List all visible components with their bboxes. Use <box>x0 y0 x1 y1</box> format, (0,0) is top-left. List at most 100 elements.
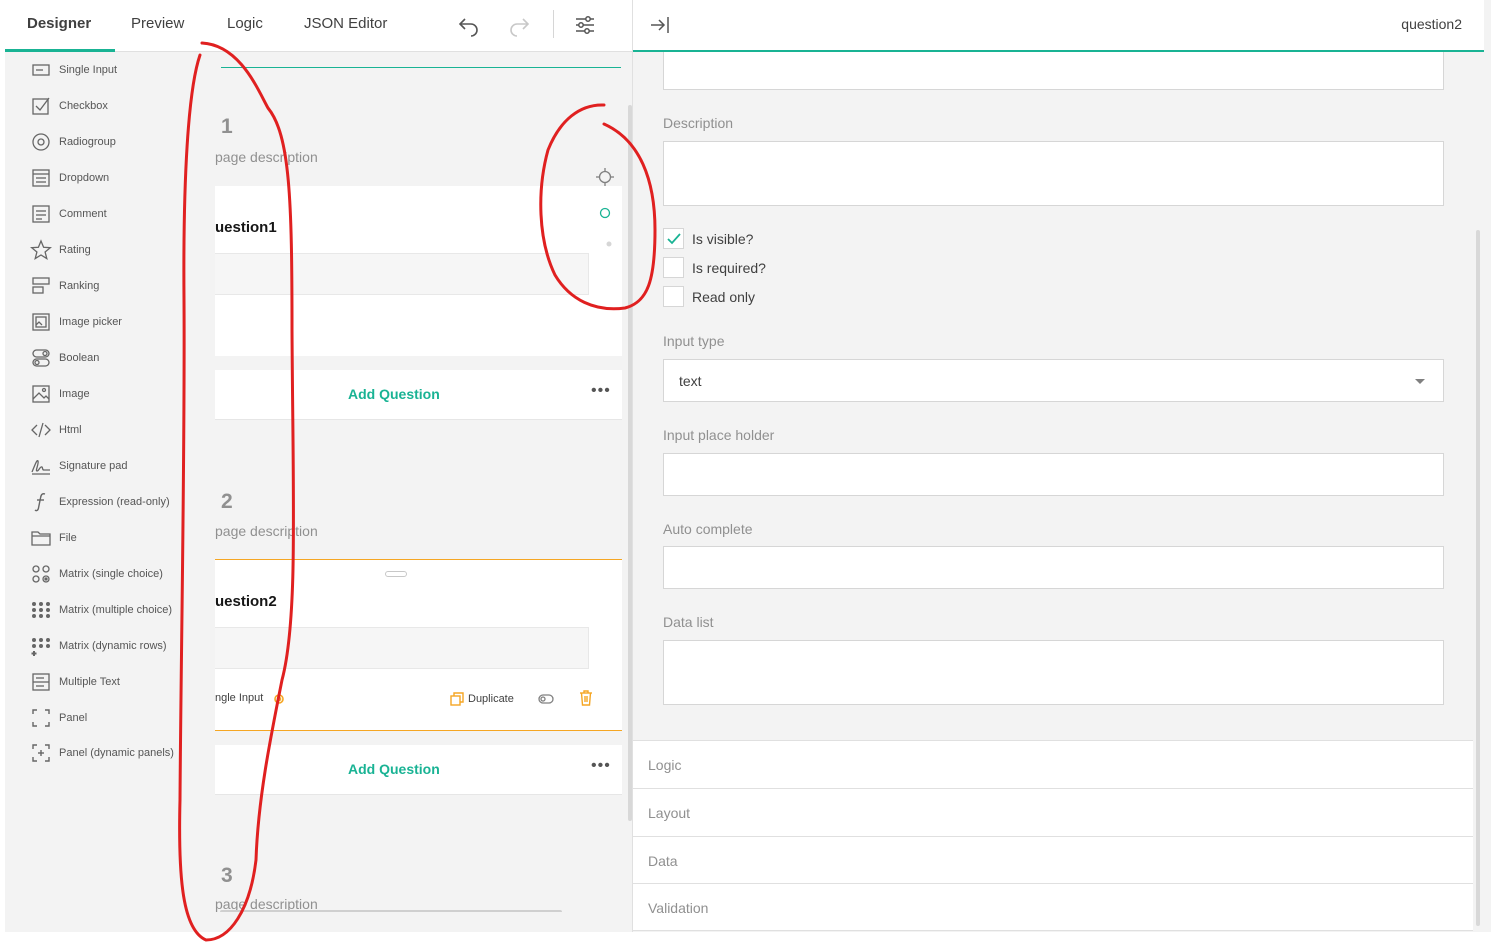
expression-icon <box>34 493 46 512</box>
toolbox-item-multiple-text[interactable]: Multiple Text <box>30 670 120 694</box>
more-options-button[interactable]: ••• <box>591 757 611 775</box>
gear-icon[interactable] <box>272 692 286 706</box>
toolbox-item-expression[interactable]: Expression (read-only) <box>30 490 170 514</box>
toggle-required-icon[interactable] <box>537 692 555 706</box>
comment-icon <box>32 205 50 223</box>
page-description[interactable]: page description <box>215 149 318 165</box>
tab-json-editor[interactable]: JSON Editor <box>304 15 387 32</box>
toolbox-item-comment[interactable]: Comment <box>30 202 107 226</box>
input-type-label: Input type <box>663 333 725 349</box>
section-logic[interactable]: Logic <box>633 740 1473 788</box>
undo-icon[interactable] <box>457 13 481 37</box>
tab-logic[interactable]: Logic <box>227 15 263 32</box>
question-title[interactable]: uestion1 <box>215 219 277 236</box>
toolbox-item-checkbox[interactable]: Checkbox <box>30 94 108 118</box>
input-type-select[interactable]: text <box>663 359 1444 402</box>
question-card-question2-selected[interactable]: uestion2 ngle Input Duplicate <box>215 559 622 731</box>
dropdown-icon <box>32 169 50 187</box>
section-label: Layout <box>648 805 691 821</box>
toolbox-label: Image <box>59 388 90 400</box>
toolbox-item-single-input[interactable]: Single Input <box>30 58 117 82</box>
toolbox-label: Dropdown <box>59 172 110 184</box>
autocomplete-label: Auto complete <box>663 521 753 537</box>
toolbox-item-panel-dynamic[interactable]: Panel (dynamic panels) <box>30 741 174 765</box>
page-title[interactable]: 2 <box>221 490 233 514</box>
tab-designer[interactable]: Designer <box>27 15 91 32</box>
checkbox-label: Is visible? <box>692 230 754 247</box>
drag-handle[interactable] <box>385 571 407 577</box>
autocomplete-input[interactable] <box>663 546 1444 589</box>
checkbox-box[interactable] <box>663 228 684 249</box>
code-icon <box>31 422 51 438</box>
toolbox-item-image-picker[interactable]: Image picker <box>30 310 122 334</box>
page-description[interactable]: page description <box>215 523 318 539</box>
toolbox-item-file[interactable]: File <box>30 526 77 550</box>
ranking-icon <box>32 277 50 294</box>
checkbox-box[interactable] <box>663 286 684 307</box>
toolbox-item-signature-pad[interactable]: Signature pad <box>30 454 128 478</box>
page-title[interactable]: 1 <box>221 115 233 139</box>
top-toolbar: Designer Preview Logic JSON Editor <box>5 0 632 52</box>
toolbox-item-dropdown[interactable]: Dropdown <box>30 166 109 190</box>
toolbox-item-panel[interactable]: Panel <box>30 706 87 730</box>
placeholder-label: Input place holder <box>663 427 775 443</box>
toolbox-item-matrix-multiple[interactable]: Matrix (multiple choice) <box>30 598 172 622</box>
toolbox-item-rating[interactable]: Rating <box>30 238 91 262</box>
small-dot-icon <box>606 241 612 247</box>
duplicate-button[interactable]: Duplicate <box>468 693 514 705</box>
horizontal-scrollbar[interactable] <box>220 910 562 912</box>
toolbox-item-matrix-dynamic[interactable]: Matrix (dynamic rows) <box>30 634 167 658</box>
property-panel-scrollbar[interactable] <box>1476 230 1480 926</box>
toolbox-label: Radiogroup <box>59 136 116 148</box>
section-validation[interactable]: Validation <box>633 883 1473 931</box>
collapse-panel-icon[interactable] <box>649 14 671 36</box>
settings-sliders-icon[interactable] <box>573 13 597 37</box>
description-textarea[interactable] <box>663 141 1444 206</box>
is-visible-checkbox[interactable]: Is visible? <box>663 228 753 249</box>
datalist-textarea[interactable] <box>663 640 1444 705</box>
toolbox-item-html[interactable]: Html <box>30 418 82 442</box>
toolbox-label: Checkbox <box>59 100 108 112</box>
toolbox-item-image[interactable]: Image <box>30 382 90 406</box>
input-type-value: text <box>679 373 702 389</box>
toolbox-item-boolean[interactable]: Boolean <box>30 346 99 370</box>
property-panel: question2 Description Is visible? Is req… <box>632 0 1491 932</box>
question-title[interactable]: uestion2 <box>215 593 277 610</box>
signature-icon <box>31 459 50 475</box>
duplicate-icon[interactable] <box>449 691 465 707</box>
add-question-button[interactable]: Add Question <box>348 761 440 777</box>
toolbox-label: Matrix (multiple choice) <box>59 604 173 616</box>
redo-icon[interactable] <box>507 13 531 37</box>
panel-icon <box>32 709 50 727</box>
checkbox-label: Read only <box>692 288 756 305</box>
section-layout[interactable]: Layout <box>633 788 1473 836</box>
more-options-button[interactable]: ••• <box>591 382 611 400</box>
question-type-label[interactable]: ngle Input <box>215 692 263 704</box>
boolean-icon <box>32 349 50 367</box>
is-required-checkbox[interactable]: Is required? <box>663 257 766 278</box>
crosshair-icon[interactable] <box>596 168 614 186</box>
read-only-checkbox[interactable]: Read only <box>663 286 755 307</box>
toolbox-label: Panel (dynamic panels) <box>59 747 174 759</box>
toolbox-item-radiogroup[interactable]: Radiogroup <box>30 130 116 154</box>
radio-dot-icon[interactable] <box>599 207 611 219</box>
toolbox-item-ranking[interactable]: Ranking <box>30 274 99 298</box>
trash-icon[interactable] <box>579 690 593 706</box>
checkmark-icon <box>666 232 681 244</box>
title-textarea[interactable] <box>663 52 1444 90</box>
question-input <box>215 253 589 295</box>
section-data[interactable]: Data <box>633 836 1473 884</box>
question-card-question1[interactable]: uestion1 <box>215 168 622 356</box>
toolbox-label: File <box>59 532 77 544</box>
checkbox-box[interactable] <box>663 257 684 278</box>
toolbox-label: Signature pad <box>59 460 128 472</box>
page-divider <box>221 67 621 68</box>
survey-canvas: 1 page description uestion1 Add Question… <box>215 52 633 912</box>
tab-preview[interactable]: Preview <box>131 15 184 32</box>
add-question-button[interactable]: Add Question <box>348 386 440 402</box>
property-panel-header: question2 <box>633 0 1484 52</box>
placeholder-input[interactable] <box>663 453 1444 496</box>
page-title[interactable]: 3 <box>221 864 233 888</box>
toolbox-item-matrix-single[interactable]: Matrix (single choice) <box>30 562 163 586</box>
toolbox-label: Matrix (single choice) <box>59 568 163 580</box>
